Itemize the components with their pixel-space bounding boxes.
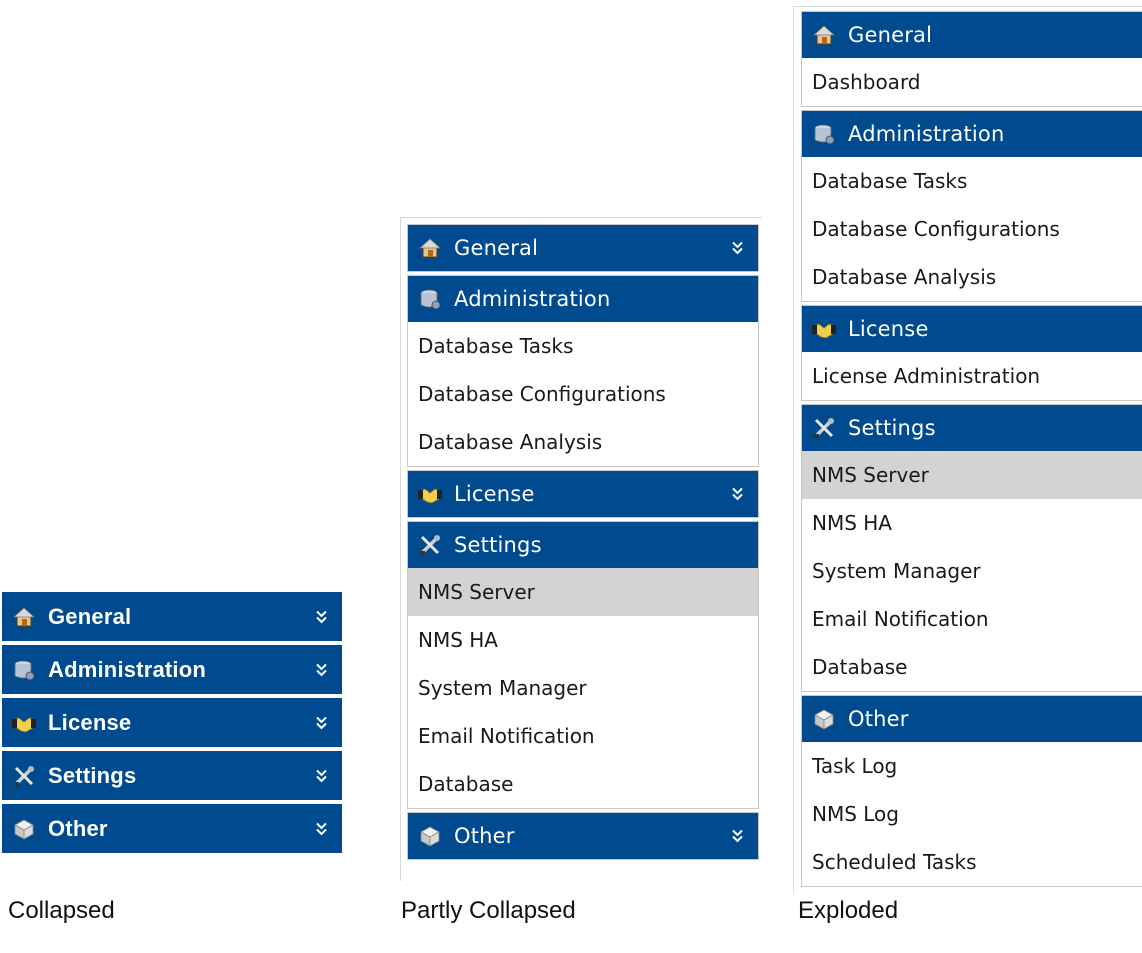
menu-group-general: General Dashboard: [801, 11, 1142, 107]
menu-item-email-notification[interactable]: Email Notification: [802, 595, 1142, 643]
group-header-administration[interactable]: Administration: [2, 645, 342, 694]
menu-group-general: General: [407, 224, 759, 272]
handshake-icon: [812, 323, 836, 339]
group-header-other[interactable]: Other: [408, 813, 758, 859]
menu-item-nms-log[interactable]: NMS Log: [802, 790, 1142, 838]
group-title: License: [454, 482, 535, 506]
menu-group-settings: Settings NMS Server NMS HA System Manage…: [407, 521, 759, 809]
cube-icon: [14, 819, 34, 840]
menu-item-database[interactable]: Database: [802, 643, 1142, 691]
group-header-administration[interactable]: Administration: [408, 276, 758, 322]
database-admin-icon: [814, 124, 835, 145]
group-title: Settings: [848, 416, 936, 440]
menu-item-database-configurations[interactable]: Database Configurations: [408, 370, 758, 418]
group-title: Administration: [848, 122, 1005, 146]
group-header-other[interactable]: Other: [2, 804, 342, 853]
group-header-general[interactable]: General: [408, 225, 758, 271]
group-header-license[interactable]: License: [802, 306, 1142, 352]
menu-item-database-analysis[interactable]: Database Analysis: [802, 253, 1142, 301]
group-title: Settings: [454, 533, 542, 557]
menu-item-database[interactable]: Database: [408, 760, 758, 808]
database-admin-icon: [420, 289, 441, 310]
group-title: Administration: [454, 287, 611, 311]
menu-item-task-log[interactable]: Task Log: [802, 742, 1142, 790]
tools-icon: [814, 418, 834, 438]
menu-item-license-administration[interactable]: License Administration: [802, 352, 1142, 400]
caption-partly-collapsed: Partly Collapsed: [401, 897, 576, 924]
tools-icon: [420, 535, 440, 555]
database-admin-icon: [14, 660, 35, 680]
menu-item-nms-server[interactable]: NMS Server: [802, 451, 1142, 499]
group-title: General: [48, 603, 132, 629]
menu-item-system-manager[interactable]: System Manager: [802, 547, 1142, 595]
chevron-down-icon[interactable]: [315, 609, 328, 624]
group-title: General: [848, 23, 933, 47]
menu-item-scheduled-tasks[interactable]: Scheduled Tasks: [802, 838, 1142, 886]
group-title: License: [848, 317, 929, 341]
menu-group-license: License: [2, 698, 342, 747]
menu-item-nms-ha[interactable]: NMS HA: [408, 616, 758, 664]
exploded-menu-panel: General Dashboard Administration Databas…: [793, 6, 1142, 893]
home-icon: [812, 25, 836, 45]
group-header-administration[interactable]: Administration: [802, 111, 1142, 157]
group-header-general[interactable]: General: [2, 592, 342, 641]
home-icon: [418, 238, 442, 258]
menu-group-administration: Administration: [2, 645, 342, 694]
caption-exploded: Exploded: [798, 897, 899, 924]
cube-icon: [814, 709, 834, 730]
menu-item-dashboard[interactable]: Dashboard: [802, 58, 1142, 106]
chevron-down-icon[interactable]: [315, 768, 328, 783]
group-title: Other: [848, 707, 909, 731]
group-header-other[interactable]: Other: [802, 696, 1142, 742]
menu-item-email-notification[interactable]: Email Notification: [408, 712, 758, 760]
group-title: Other: [48, 815, 108, 841]
menu-group-general: General: [2, 592, 342, 641]
chevron-down-icon[interactable]: [731, 829, 744, 844]
collapsed-menu-panel: General Administration License Settings …: [0, 588, 344, 858]
chevron-down-icon[interactable]: [731, 241, 744, 256]
menu-group-other: Other Task Log NMS Log Scheduled Tasks: [801, 695, 1142, 887]
group-header-license[interactable]: License: [2, 698, 342, 747]
group-header-license[interactable]: License: [408, 471, 758, 517]
handshake-icon: [12, 717, 36, 732]
menu-item-database-analysis[interactable]: Database Analysis: [408, 418, 758, 466]
partly-collapsed-menu-panel: General Administration Database Tasks Da…: [400, 217, 762, 881]
menu-group-license: License: [407, 470, 759, 518]
cube-icon: [420, 826, 440, 847]
group-header-settings[interactable]: Settings: [802, 405, 1142, 451]
menu-group-other: Other: [407, 812, 759, 860]
group-title: General: [454, 236, 539, 260]
group-header-settings[interactable]: Settings: [2, 751, 342, 800]
menu-item-database-tasks[interactable]: Database Tasks: [802, 157, 1142, 205]
chevron-down-icon[interactable]: [731, 487, 744, 502]
menu-group-other: Other: [2, 804, 342, 853]
handshake-icon: [418, 488, 442, 504]
group-header-settings[interactable]: Settings: [408, 522, 758, 568]
home-icon: [12, 606, 36, 626]
caption-collapsed: Collapsed: [8, 897, 115, 924]
group-title: Other: [454, 824, 515, 848]
group-title: License: [48, 709, 132, 735]
menu-item-database-tasks[interactable]: Database Tasks: [408, 322, 758, 370]
group-title: Settings: [48, 762, 137, 788]
menu-item-system-manager[interactable]: System Manager: [408, 664, 758, 712]
menu-item-database-configurations[interactable]: Database Configurations: [802, 205, 1142, 253]
menu-item-nms-ha[interactable]: NMS HA: [802, 499, 1142, 547]
group-header-general[interactable]: General: [802, 12, 1142, 58]
menu-group-license: License License Administration: [801, 305, 1142, 401]
menu-group-settings: Settings NMS Server NMS HA System Manage…: [801, 404, 1142, 692]
menu-group-administration: Administration Database Tasks Database C…: [407, 275, 759, 467]
menu-item-nms-server[interactable]: NMS Server: [408, 568, 758, 616]
tools-icon: [14, 765, 34, 786]
menu-group-settings: Settings: [2, 751, 342, 800]
menu-group-administration: Administration Database Tasks Database C…: [801, 110, 1142, 302]
chevron-down-icon[interactable]: [315, 821, 328, 836]
chevron-down-icon[interactable]: [315, 662, 328, 677]
chevron-down-icon[interactable]: [315, 715, 328, 730]
group-title: Administration: [48, 656, 207, 682]
